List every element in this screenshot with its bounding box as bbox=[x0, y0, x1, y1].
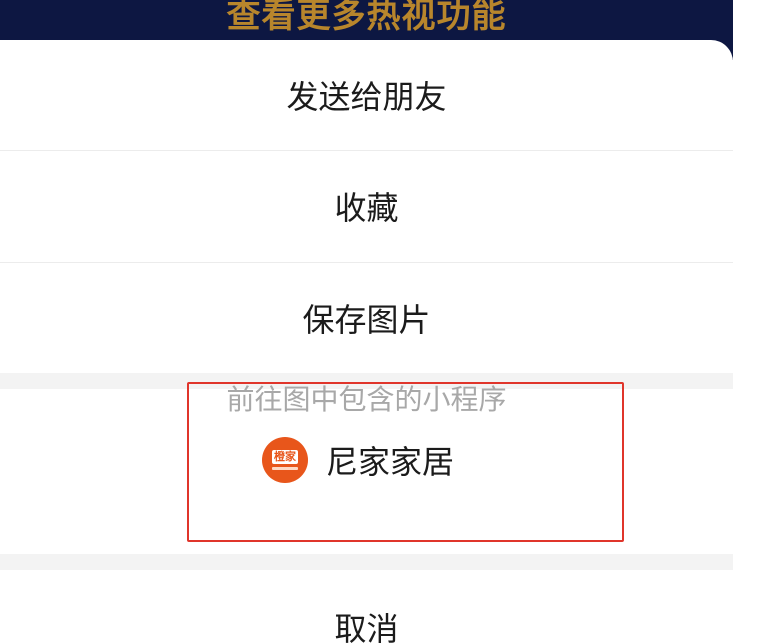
send-to-friend-button[interactable]: 发送给朋友 bbox=[0, 40, 733, 150]
save-image-button[interactable]: 保存图片 bbox=[0, 263, 733, 373]
mini-program-entry[interactable]: 橙家 尼家家居 bbox=[262, 435, 454, 485]
right-edge bbox=[733, 0, 772, 644]
send-to-friend-label: 发送给朋友 bbox=[286, 78, 447, 116]
cancel-label: 取消 bbox=[334, 610, 399, 644]
logo-text: 橙家 bbox=[272, 450, 298, 464]
favorite-label: 收藏 bbox=[334, 189, 399, 227]
mini-program-name: 尼家家居 bbox=[326, 443, 455, 481]
favorite-button[interactable]: 收藏 bbox=[0, 151, 733, 261]
screen: 查看更多热视功能 发送给朋友 收藏 保存图片 前往图中包含的小程序 橙家 尼家家… bbox=[0, 0, 772, 644]
logo-subline bbox=[272, 467, 298, 470]
cancel-button[interactable]: 取消 bbox=[0, 570, 733, 644]
background-banner-text: 查看更多热视功能 bbox=[226, 0, 507, 36]
mini-program-logo-icon: 橙家 bbox=[262, 437, 308, 483]
save-image-label: 保存图片 bbox=[302, 301, 431, 339]
section-gap bbox=[0, 554, 733, 570]
